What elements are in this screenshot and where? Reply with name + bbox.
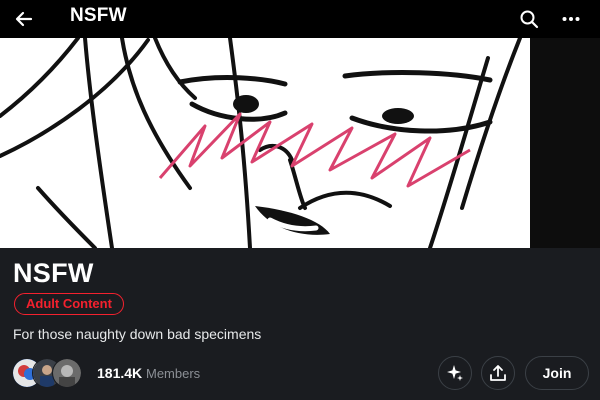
top-bar: NSFW [0, 0, 600, 38]
community-banner-image [0, 38, 600, 248]
more-options-button[interactable] [554, 2, 588, 36]
back-button[interactable] [7, 2, 41, 36]
search-icon [520, 10, 539, 29]
member-avatars[interactable] [12, 358, 92, 388]
avatar [52, 358, 82, 388]
join-button[interactable]: Join [525, 356, 589, 390]
sparkle-button[interactable] [438, 356, 472, 390]
more-horizontal-icon [562, 17, 580, 21]
community-name: NSFW [13, 258, 94, 288]
manga-face-illustration [0, 38, 600, 248]
member-label: Members [146, 366, 201, 381]
share-button[interactable] [481, 356, 515, 390]
search-button[interactable] [512, 2, 546, 36]
member-count: 181.4K [97, 365, 143, 381]
arrow-left-icon [15, 11, 33, 27]
page-title: NSFW [70, 5, 127, 26]
adult-content-badge: Adult Content [14, 293, 124, 315]
community-description: For those naughty down bad specimens [13, 326, 262, 342]
sparkle-icon [447, 365, 463, 381]
share-icon [490, 365, 506, 381]
